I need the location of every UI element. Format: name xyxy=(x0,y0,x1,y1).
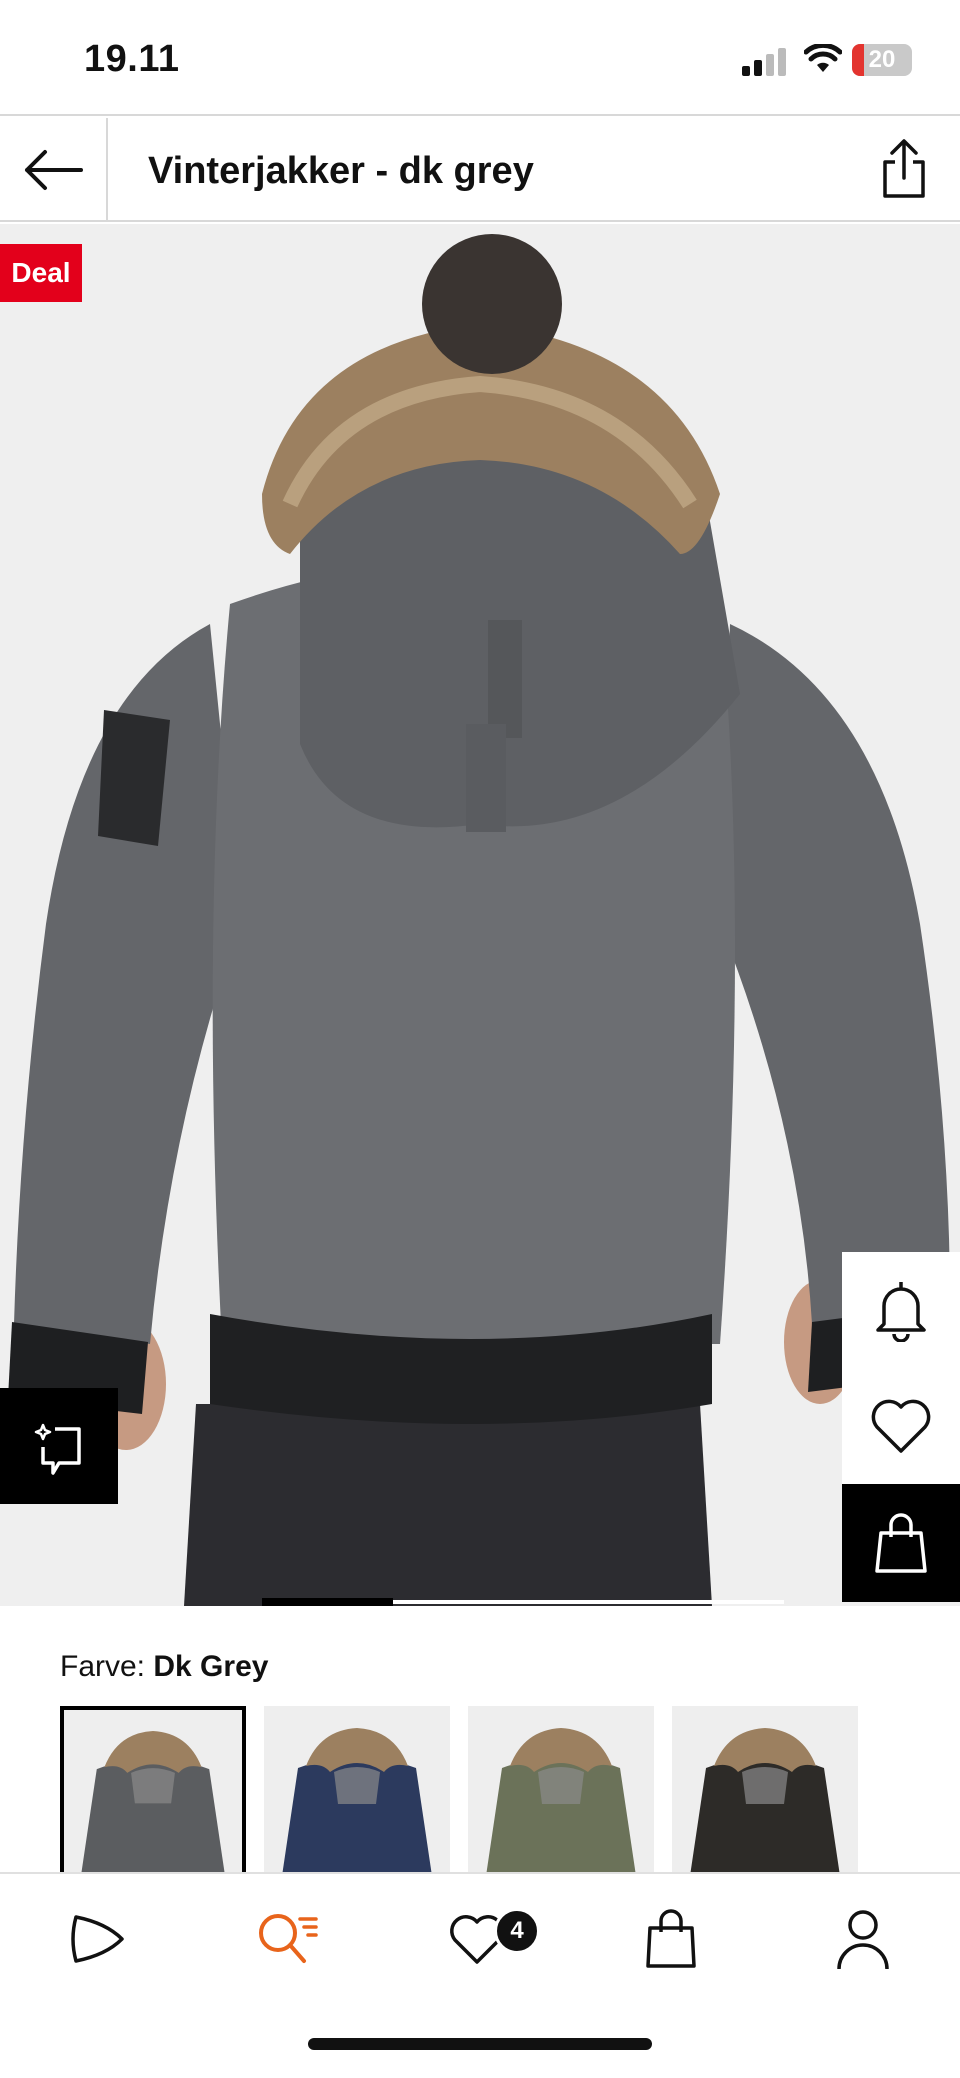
jacket-thumbnail xyxy=(81,1730,225,1872)
status-bar: 19.11 20 xyxy=(0,0,960,116)
signal-icon xyxy=(742,48,786,76)
selected-color-name: Dk Grey xyxy=(153,1650,269,1683)
heart-icon xyxy=(871,1399,931,1453)
deal-badge: Deal xyxy=(0,244,82,302)
jacket-thumbnail xyxy=(486,1728,636,1876)
nav-profile[interactable] xyxy=(828,1904,898,1974)
product-image-carousel[interactable]: Deal xyxy=(0,224,960,1606)
color-swatch-navy[interactable] xyxy=(264,1706,450,1876)
product-photo xyxy=(0,224,960,1606)
image-pager xyxy=(262,1598,784,1606)
top-header: Vinterjakker - dk grey xyxy=(0,118,960,222)
share-button[interactable] xyxy=(876,136,932,202)
nav-search[interactable] xyxy=(252,1904,322,1974)
color-swatch-black[interactable] xyxy=(672,1706,858,1876)
search-icon xyxy=(259,1914,318,1963)
home-indicator xyxy=(308,2038,652,2050)
user-icon xyxy=(837,1910,889,1970)
favorites-count-badge: 4 xyxy=(494,1908,540,1954)
add-to-bag-button[interactable] xyxy=(842,1484,960,1602)
bell-icon xyxy=(876,1282,926,1342)
favorite-button[interactable] xyxy=(842,1368,960,1484)
nav-home[interactable] xyxy=(62,1904,132,1974)
shopping-bag-icon xyxy=(875,1513,927,1573)
sparkle-compare-icon xyxy=(34,1423,81,1475)
arrow-left-icon xyxy=(25,150,83,190)
play-logo-icon xyxy=(71,1915,124,1963)
color-swatches xyxy=(60,1706,858,1876)
jacket-thumbnail xyxy=(282,1728,432,1876)
status-time: 19.11 xyxy=(84,38,180,80)
side-actions xyxy=(842,1252,960,1602)
page-title: Vinterjakker - dk grey xyxy=(148,150,534,192)
color-label: Farve: Dk Grey xyxy=(60,1650,268,1684)
pager-active-segment xyxy=(262,1598,393,1606)
color-swatch-dk-grey[interactable] xyxy=(60,1706,246,1876)
jacket-thumbnail xyxy=(690,1728,840,1876)
nav-bag[interactable] xyxy=(636,1904,706,1974)
share-icon xyxy=(883,139,925,198)
battery-icon: 20 xyxy=(852,44,912,76)
color-swatch-olive[interactable] xyxy=(468,1706,654,1876)
color-label-prefix: Farve: xyxy=(60,1650,146,1683)
shopping-bag-icon xyxy=(646,1909,696,1968)
bottom-nav: 4 xyxy=(0,1872,960,2078)
battery-level: 20 xyxy=(868,46,896,73)
back-button[interactable] xyxy=(0,118,108,222)
compare-button[interactable] xyxy=(0,1388,118,1504)
wifi-icon xyxy=(804,44,842,72)
notify-button[interactable] xyxy=(842,1252,960,1368)
